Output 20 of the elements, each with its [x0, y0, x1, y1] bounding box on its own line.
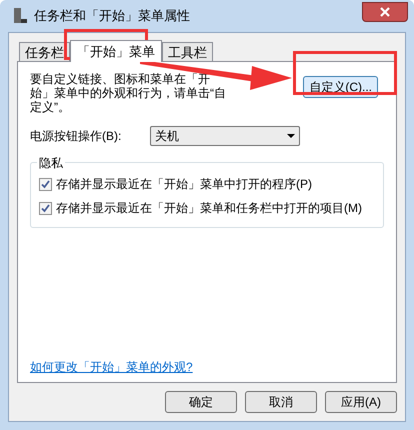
checkbox-label: 存储并显示最近在「开始」菜单中打开的程序(P): [56, 176, 312, 193]
tab[interactable]: 工具栏: [162, 42, 213, 61]
tab[interactable]: 「开始」菜单: [70, 40, 162, 62]
dialog-button[interactable]: 应用(A): [325, 391, 397, 413]
dialog-button[interactable]: 取消: [245, 391, 317, 413]
group-title: 隐私: [37, 154, 65, 172]
checkbox-label: 存储并显示最近在「开始」菜单和任务栏中打开的项目(M): [56, 200, 362, 217]
dialog-button[interactable]: 确定: [165, 391, 237, 413]
checkbox[interactable]: [39, 178, 52, 190]
description-text: 要自定义链接、图标和菜单在「开始」菜单中的外观和行为，请单击“自定义”。: [30, 72, 227, 114]
power-button-label: 电源按钮操作(B):: [30, 128, 122, 145]
app-icon: [12, 7, 28, 25]
checkbox[interactable]: [39, 202, 52, 214]
power-action-dropdown[interactable]: 关机: [150, 126, 300, 146]
close-icon: [380, 7, 390, 17]
window-title: 任务栏和「开始」菜单属性: [34, 7, 190, 26]
dropdown-arrow-icon: [287, 134, 295, 138]
close-button[interactable]: [362, 2, 408, 22]
tab[interactable]: 任务栏: [19, 42, 70, 61]
help-link[interactable]: 如何更改「开始」菜单的外观?: [30, 358, 193, 376]
